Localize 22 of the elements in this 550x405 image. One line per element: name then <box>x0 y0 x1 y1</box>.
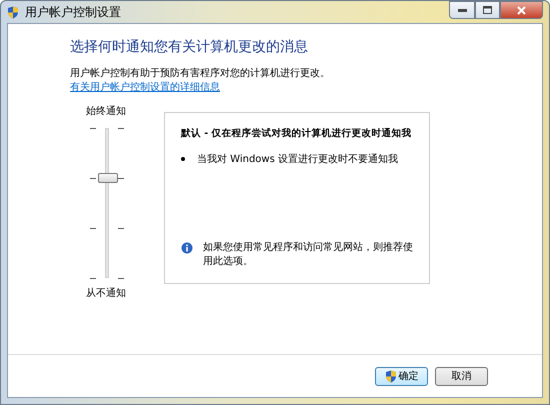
description-text: 用户帐户控制有助于预防有害程序对您的计算机进行更改。 <box>70 66 331 80</box>
close-icon <box>517 6 526 14</box>
recommendation-note: 如果您使用常见程序和访问常见网站，则推荐使用此选项。 <box>203 241 414 269</box>
ok-button[interactable]: 确定 <box>375 366 428 386</box>
close-button[interactable] <box>500 1 543 19</box>
maximize-icon <box>483 6 492 14</box>
minimize-icon <box>458 8 466 12</box>
cancel-button[interactable]: 取消 <box>435 366 488 386</box>
slider-top-label: 始终通知 <box>86 104 126 118</box>
setting-title: 默认 - 仅在程序尝试对我的计算机进行更改时通知我 <box>181 127 413 140</box>
bullet-text: 当我对 Windows 设置进行更改时不要通知我 <box>197 152 398 166</box>
details-link[interactable]: 有关用户帐户控制设置的详细信息 <box>70 80 220 94</box>
slider-bottom-label: 从不通知 <box>86 286 126 300</box>
shield-icon <box>384 370 396 382</box>
slider-thumb[interactable] <box>98 172 118 183</box>
maximize-button[interactable] <box>475 1 500 19</box>
page-heading: 选择何时通知您有关计算机更改的消息 <box>70 38 309 56</box>
minimize-button[interactable] <box>449 1 475 19</box>
info-icon <box>181 242 193 254</box>
shield-icon <box>7 6 19 18</box>
bullet-icon <box>181 157 185 161</box>
window-title: 用户帐户控制设置 <box>25 4 122 20</box>
